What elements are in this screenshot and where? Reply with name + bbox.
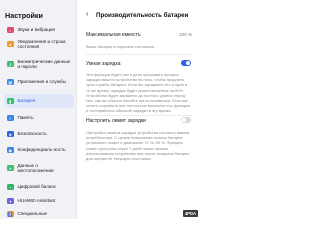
sound-icon: ♪: [7, 26, 14, 34]
sidebar-item-label: Данные о местоположении: [17, 162, 54, 173]
sidebar-item-privacy[interactable]: ◉ Конфиденциаль-ность: [4, 143, 74, 157]
sidebar-item-biometrics[interactable]: ⚷ Биометрические данные и пароли: [4, 57, 74, 71]
charge-limit-hint: Настройка лимита зарядки устройства согл…: [86, 130, 190, 162]
settings-sidebar: Настройки ♪ Звуки и вибрация ● Уведомлен…: [0, 0, 76, 219]
shield-icon: ◈: [7, 130, 14, 138]
smart-charge-label: Умная зарядка: [86, 61, 121, 67]
settings-title: Настройки: [5, 11, 43, 20]
divider: [86, 54, 192, 55]
back-arrow-icon[interactable]: ‹: [86, 11, 88, 18]
toggle-knob: [185, 60, 191, 66]
smart-charge-toggle[interactable]: [181, 60, 191, 66]
charge-limit-toggle[interactable]: [181, 117, 191, 123]
sidebar-item-label: Цифровой баланс: [17, 184, 57, 190]
sidebar-item-memory[interactable]: ≡ Память: [4, 111, 74, 125]
balance-icon: ◔: [7, 183, 14, 191]
sidebar-item-label: HUAWEI Assistant: [17, 198, 56, 204]
sidebar-item-label: Уведомления и строка состояния: [17, 38, 66, 49]
location-icon: ⌖: [7, 164, 14, 172]
assistant-icon: ✦: [7, 197, 14, 205]
sidebar-item-sounds[interactable]: ♪ Звуки и вибрация: [4, 23, 74, 37]
sidebar-item-accessibility[interactable]: ♿ Специальные: [4, 207, 74, 221]
sidebar-item-location[interactable]: ⌖ Данные о местоположении: [4, 161, 74, 175]
charge-limit-label: Настроить лимит зарядки: [86, 118, 146, 124]
max-capacity-hint: Ваша батарея в хорошем состоянии.: [86, 44, 155, 49]
sidebar-item-label: Специальные: [17, 211, 48, 217]
apps-icon: ▦: [7, 78, 14, 86]
sidebar-item-label: Конфиденциаль-ность: [17, 147, 66, 153]
watermark-logo: 4PDA: [182, 210, 198, 217]
sidebar-item-label: Звуки и вибрация: [17, 27, 56, 33]
sidebar-item-digital-balance[interactable]: ◔ Цифровой баланс: [4, 180, 74, 194]
max-capacity-label: Максимальная емкость: [86, 32, 141, 38]
sidebar-item-security[interactable]: ◈ Безопасность: [4, 127, 74, 141]
bell-icon: ●: [7, 40, 14, 48]
toggle-knob: [181, 117, 187, 123]
battery-performance-pane: ‹ Производительность батареи Максимальна…: [77, 0, 200, 219]
sidebar-item-battery[interactable]: ▮ Батарея: [4, 94, 74, 108]
sidebar-item-label: Приложения и службы: [17, 79, 66, 85]
sidebar-item-apps[interactable]: ▦ Приложения и службы: [4, 75, 74, 89]
battery-icon: ▮: [7, 97, 14, 105]
page-title: Производительность батареи: [96, 12, 189, 19]
accessibility-icon: ♿: [7, 210, 14, 218]
sidebar-item-assistant[interactable]: ✦ HUAWEI Assistant: [4, 194, 74, 208]
sidebar-item-label: Батарея: [17, 98, 36, 104]
sidebar-item-label: Безопасность: [17, 131, 47, 137]
smart-charge-hint: Эта функция будет раз в день прерывать п…: [86, 72, 191, 114]
sidebar-item-label: Биометрические данные и пароли: [17, 58, 71, 69]
sidebar-item-label: Память: [17, 115, 34, 121]
privacy-icon: ◉: [7, 146, 14, 154]
key-icon: ⚷: [7, 60, 14, 68]
sidebar-item-notifications[interactable]: ● Уведомления и строка состояния: [4, 37, 74, 51]
max-capacity-value: 100 %: [178, 32, 192, 37]
divider: [86, 115, 192, 116]
memory-icon: ≡: [7, 114, 14, 122]
